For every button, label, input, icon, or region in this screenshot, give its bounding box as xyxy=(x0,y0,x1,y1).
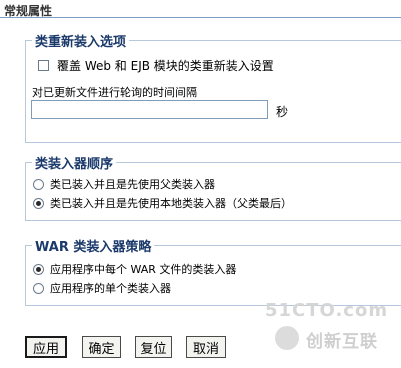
parent-last-radio[interactable] xyxy=(33,197,44,209)
parent-last-option[interactable]: 类已装入并且是先使用本地类装入器（父类最后） xyxy=(33,195,292,211)
classloader-order-legend: 类装入器顺序 xyxy=(32,153,117,172)
reset-button[interactable]: 复位 xyxy=(135,336,172,358)
apply-button[interactable]: 应用 xyxy=(25,336,67,358)
poll-interval-input[interactable] xyxy=(31,100,268,119)
per-war-radio[interactable] xyxy=(33,263,44,275)
parent-first-option[interactable]: 类已装入并且是先使用父类装入器 xyxy=(33,176,215,192)
parent-first-radio[interactable] xyxy=(33,178,44,190)
ok-button[interactable]: 确定 xyxy=(82,336,121,358)
per-war-option[interactable]: 应用程序中每个 WAR 文件的类装入器 xyxy=(33,261,236,277)
poll-interval-unit: 秒 xyxy=(276,105,289,119)
parent-first-label: 类已装入并且是先使用父类装入器 xyxy=(50,178,215,191)
cancel-button[interactable]: 取消 xyxy=(186,336,226,358)
single-loader-option[interactable]: 应用程序的单个类装入器 xyxy=(33,280,171,296)
war-policy-legend: WAR 类装入器策略 xyxy=(32,236,155,255)
title-divider xyxy=(0,17,401,18)
override-row: 覆盖 Web 和 EJB 模块的类重新装入设置 xyxy=(38,57,274,74)
per-war-label: 应用程序中每个 WAR 文件的类装入器 xyxy=(50,263,237,276)
watermark-site: 51CTO.com xyxy=(265,300,389,321)
watermark-brand: 创新互联 xyxy=(306,332,378,352)
override-checkbox[interactable] xyxy=(38,60,49,71)
parent-last-label: 类已装入并且是先使用本地类装入器（父类最后） xyxy=(50,197,292,210)
poll-interval-label: 对已更新文件进行轮询的时间间隔 xyxy=(32,86,197,99)
single-loader-radio[interactable] xyxy=(33,282,44,294)
override-label: 覆盖 Web 和 EJB 模块的类重新装入设置 xyxy=(57,59,274,73)
single-loader-label: 应用程序的单个类装入器 xyxy=(50,282,171,295)
class-reload-legend: 类重新装入选项 xyxy=(32,31,130,50)
watermark-logo-icon xyxy=(275,326,299,350)
